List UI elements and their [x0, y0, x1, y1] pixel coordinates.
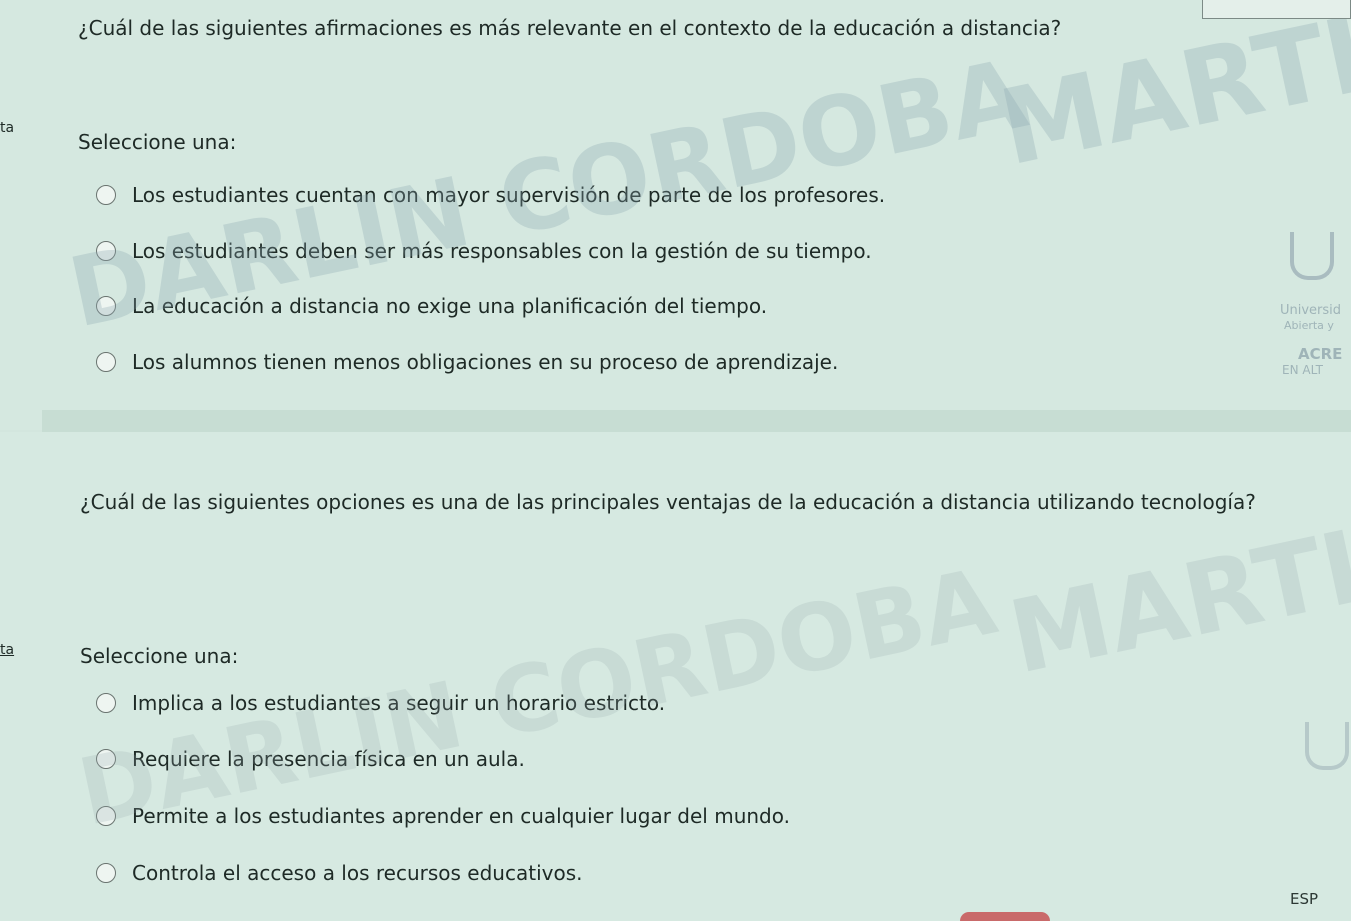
university-logo-text-3: ACRE [1298, 345, 1343, 363]
question-1-prompt: Seleccione una: [78, 130, 237, 154]
question-2-side-label: ta [0, 642, 15, 658]
question-panel-1: ¿Cuál de las siguientes afirmaciones es … [0, 0, 1351, 430]
radio-button[interactable] [96, 352, 116, 372]
option-label: Implica a los estudiantes a seguir un ho… [132, 691, 666, 715]
university-logo-text-1: Universid [1280, 303, 1342, 318]
option-label: Controla el acceso a los recursos educat… [132, 861, 583, 885]
question-1-side-label: ta [0, 120, 15, 136]
watermark-text-top-2: MARTIN [1000, 490, 1351, 697]
radio-button[interactable] [96, 185, 116, 205]
question-2-prompt: Seleccione una: [80, 644, 239, 668]
question-1-option-3[interactable]: La educación a distancia no exige una pl… [96, 294, 767, 318]
option-label: Los estudiantes cuentan con mayor superv… [132, 183, 886, 207]
question-2-option-3[interactable]: Permite a los estudiantes aprender en cu… [96, 804, 790, 828]
section-divider [42, 410, 1351, 432]
question-2-option-4[interactable]: Controla el acceso a los recursos educat… [96, 861, 582, 885]
question-1-option-4[interactable]: Los alumnos tienen menos obligaciones en… [96, 350, 838, 374]
question-2-option-1[interactable]: Implica a los estudiantes a seguir un ho… [96, 691, 665, 715]
university-logo-icon [1290, 232, 1334, 280]
option-label: Los estudiantes deben ser más responsabl… [132, 239, 872, 263]
question-panel-2: ¿Cuál de las siguientes opciones es una … [0, 432, 1351, 921]
question-1-text: ¿Cuál de las siguientes afirmaciones es … [78, 16, 1062, 40]
radio-button[interactable] [96, 693, 116, 713]
taskbar-language-indicator[interactable]: ESP [1290, 890, 1318, 908]
university-logo-icon-2 [1305, 722, 1349, 770]
option-label: Los alumnos tienen menos obligaciones en… [132, 350, 839, 374]
question-2-text: ¿Cuál de las siguientes opciones es una … [80, 490, 1256, 514]
question-1-option-1[interactable]: Los estudiantes cuentan con mayor superv… [96, 183, 885, 207]
taskbar-red-shape [960, 912, 1050, 921]
radio-button[interactable] [96, 296, 116, 316]
option-label: La educación a distancia no exige una pl… [132, 294, 768, 318]
radio-button[interactable] [96, 241, 116, 261]
question-1-option-2[interactable]: Los estudiantes deben ser más responsabl… [96, 239, 872, 263]
radio-button[interactable] [96, 863, 116, 883]
option-label: Requiere la presencia física en un aula. [132, 747, 525, 771]
top-right-box [1202, 0, 1351, 19]
option-label: Permite a los estudiantes aprender en cu… [132, 804, 790, 828]
radio-button[interactable] [96, 806, 116, 826]
radio-button[interactable] [96, 749, 116, 769]
question-2-option-2[interactable]: Requiere la presencia física en un aula. [96, 747, 525, 771]
university-logo-text-4: EN ALT [1282, 363, 1323, 377]
university-logo-text-2: Abierta y [1284, 319, 1334, 332]
